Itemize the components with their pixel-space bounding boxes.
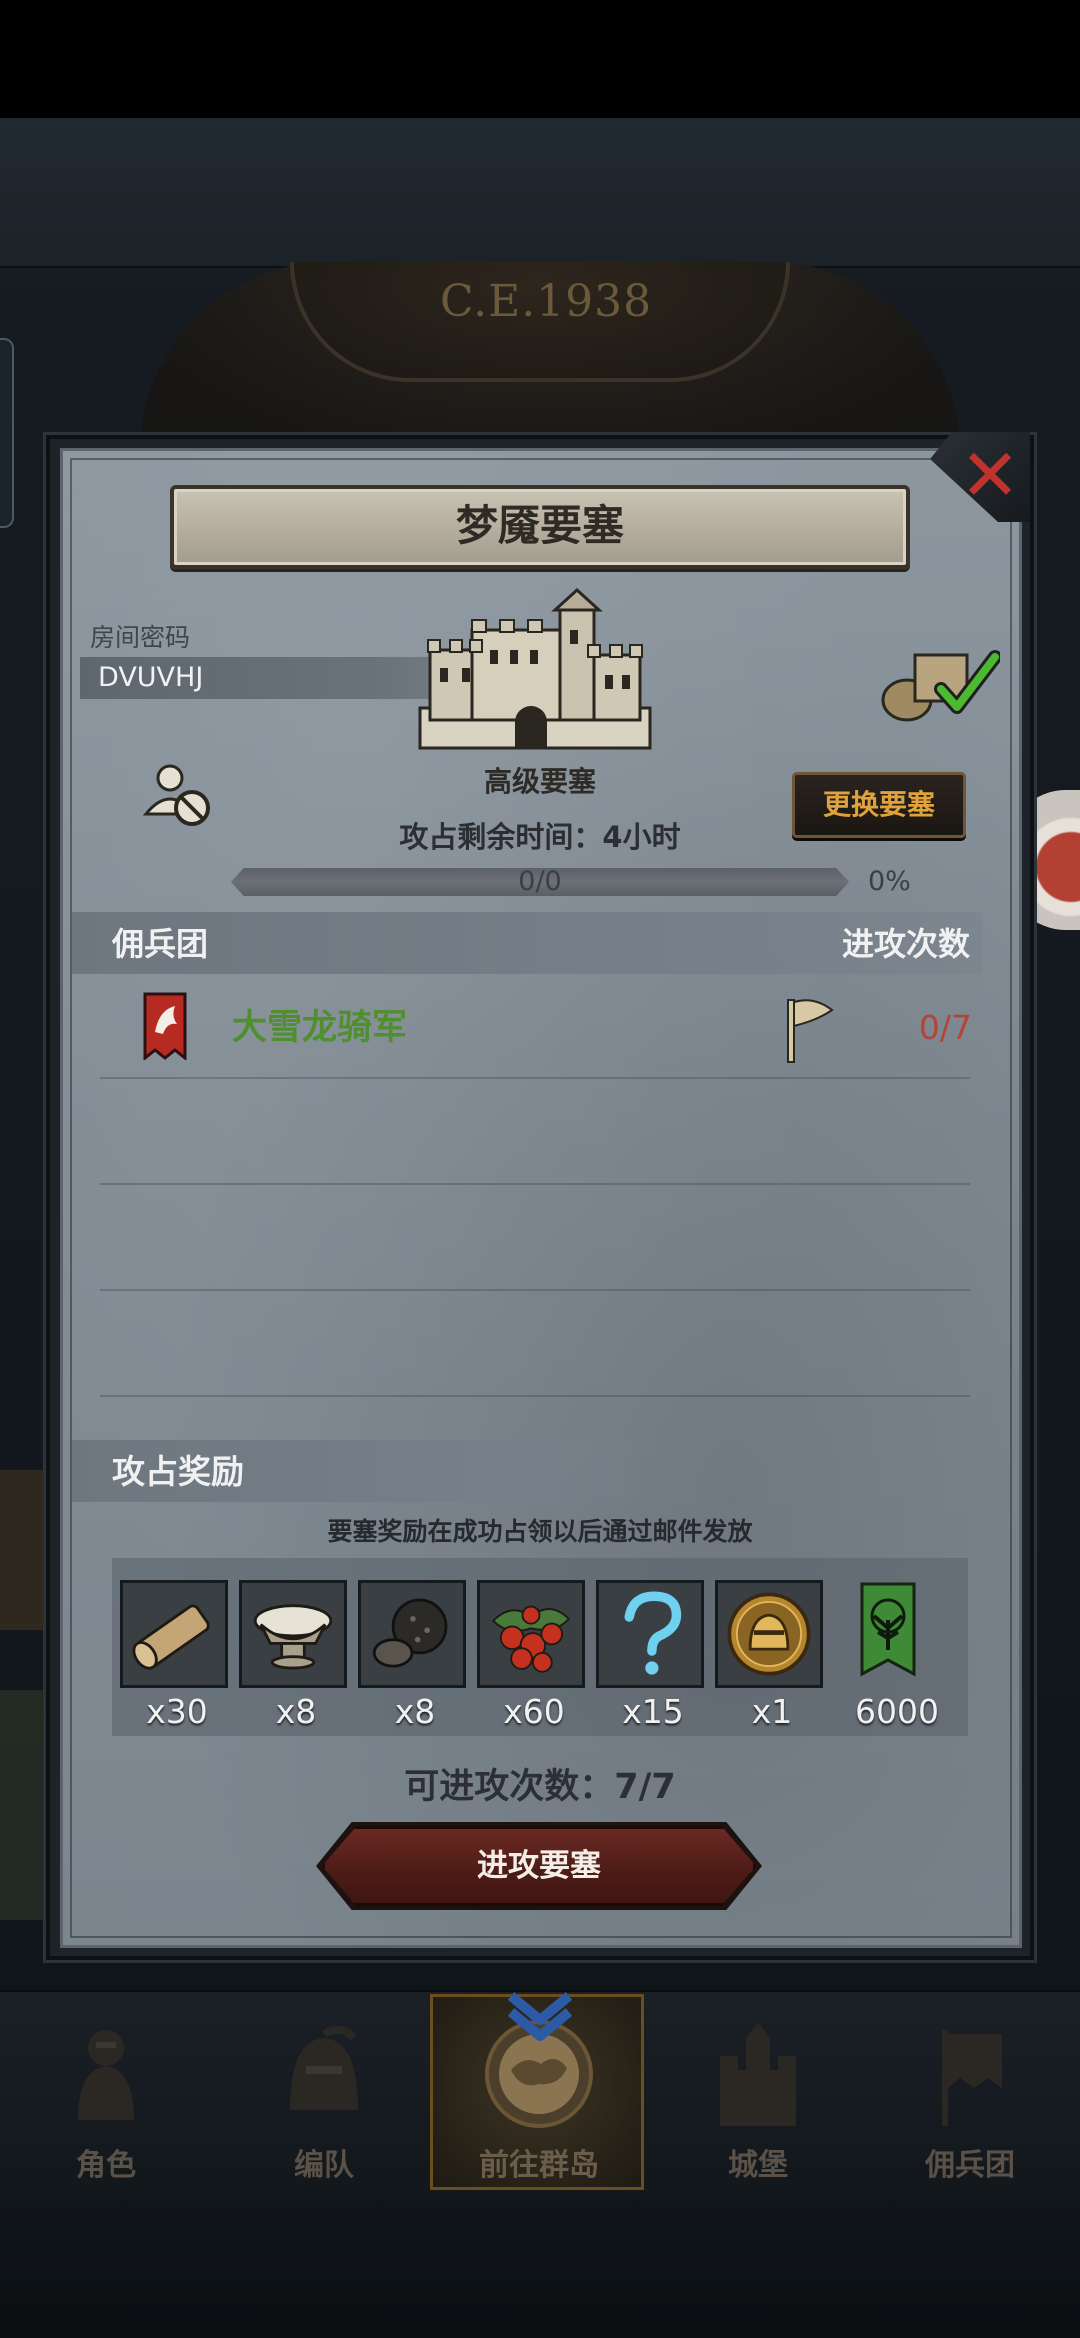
reward-quantity: x8 bbox=[394, 1692, 436, 1731]
nav-tab-label: 前往群岛 bbox=[479, 2148, 599, 2183]
list-item[interactable] bbox=[100, 976, 970, 1080]
wood-log-icon bbox=[123, 1583, 225, 1685]
row-divider bbox=[100, 1183, 970, 1185]
column-attack-count: 进攻次数 bbox=[841, 925, 970, 963]
nav-tab-character[interactable]: 角色 bbox=[8, 2000, 204, 2190]
reward-note: 要塞奖励在成功占领以后通过邮件发放 bbox=[327, 1517, 753, 1546]
attack-count-label: 可进攻次数：7/7 bbox=[404, 1767, 676, 1807]
change-fortress-label[interactable]: 更换要塞 bbox=[792, 772, 966, 838]
row-divider bbox=[100, 1077, 970, 1079]
bottom-bar bbox=[0, 2200, 1080, 2338]
capture-time-remaining: 攻占剩余时间：4小时 bbox=[399, 820, 681, 854]
left-side-decoration bbox=[0, 1470, 48, 1630]
status-bar-area bbox=[0, 0, 1080, 118]
reward-item[interactable] bbox=[715, 1580, 823, 1688]
reward-item[interactable] bbox=[120, 1580, 228, 1688]
reward-item[interactable] bbox=[477, 1580, 585, 1688]
flag-icon[interactable] bbox=[782, 994, 838, 1064]
nav-tab-castle[interactable]: 城堡 bbox=[660, 2000, 856, 2190]
left-side-tab[interactable] bbox=[0, 338, 14, 528]
reward-quantity: x8 bbox=[275, 1692, 317, 1731]
close-icon[interactable]: ✕ bbox=[955, 439, 1025, 511]
tree-banner-icon bbox=[860, 1582, 916, 1677]
row-divider bbox=[100, 1395, 970, 1397]
left-side-decoration bbox=[0, 1690, 48, 1920]
nav-tab-label: 城堡 bbox=[728, 2148, 788, 2183]
attack-fortress-label[interactable]: 进攻要塞 bbox=[322, 1826, 756, 1906]
nav-tab-formation[interactable]: 编队 bbox=[226, 2000, 422, 2190]
mercenary-name: 大雪龙骑军 bbox=[232, 1008, 408, 1048]
reward-quantity: x15 bbox=[622, 1692, 684, 1731]
fortress-type-label: 高级要塞 bbox=[483, 765, 596, 798]
question-mark-icon bbox=[599, 1583, 701, 1685]
dialog-title: 梦魇要塞 bbox=[455, 501, 624, 550]
nav-tab-mercenary[interactable]: 佣兵团 bbox=[872, 2000, 1068, 2190]
member-block-icon[interactable] bbox=[140, 760, 215, 830]
knight-icon bbox=[78, 2030, 134, 2120]
mercenary-attack-count: 0/7 bbox=[918, 1008, 972, 1047]
truffle-icon bbox=[361, 1583, 463, 1685]
nav-tab-label: 编队 bbox=[294, 2148, 354, 2183]
knight-helmet-coin-icon bbox=[718, 1583, 820, 1685]
loot-claimed-icon[interactable] bbox=[875, 645, 1000, 725]
salt-bowl-icon bbox=[242, 1583, 344, 1685]
reward-item[interactable] bbox=[834, 1580, 942, 1688]
castle-icon bbox=[720, 2022, 796, 2126]
top-strip bbox=[0, 118, 1080, 268]
era-year-label: C.E.1938 bbox=[440, 276, 653, 327]
reward-quantity: 6000 bbox=[855, 1692, 939, 1731]
reward-title: 攻占奖励 bbox=[112, 1452, 244, 1491]
mercenary-banner-icon bbox=[143, 992, 187, 1060]
room-code-value: DVUVHJ bbox=[98, 662, 204, 693]
row-divider bbox=[100, 1289, 970, 1291]
capture-progress-text: 0/0 bbox=[518, 866, 562, 897]
reward-quantity: x30 bbox=[146, 1692, 208, 1731]
room-code-label: 房间密码 bbox=[90, 623, 191, 652]
reward-item[interactable] bbox=[358, 1580, 466, 1688]
reward-quantity: x60 bbox=[503, 1692, 565, 1731]
berries-icon bbox=[480, 1583, 582, 1685]
helmet-icon bbox=[290, 2025, 358, 2110]
reward-item[interactable] bbox=[596, 1580, 704, 1688]
reward-item[interactable] bbox=[239, 1580, 347, 1688]
column-mercenary: 佣兵团 bbox=[112, 925, 209, 963]
nav-tab-label: 佣兵团 bbox=[925, 2148, 1015, 2183]
fortress-icon bbox=[418, 587, 652, 750]
capture-progress-percent: 0% bbox=[868, 866, 911, 897]
nav-tab-label: 角色 bbox=[76, 2148, 136, 2183]
reward-quantity: x1 bbox=[751, 1692, 793, 1731]
mercenary-banner-icon bbox=[942, 2030, 1002, 2126]
chevron-down-icon bbox=[507, 1992, 573, 2041]
